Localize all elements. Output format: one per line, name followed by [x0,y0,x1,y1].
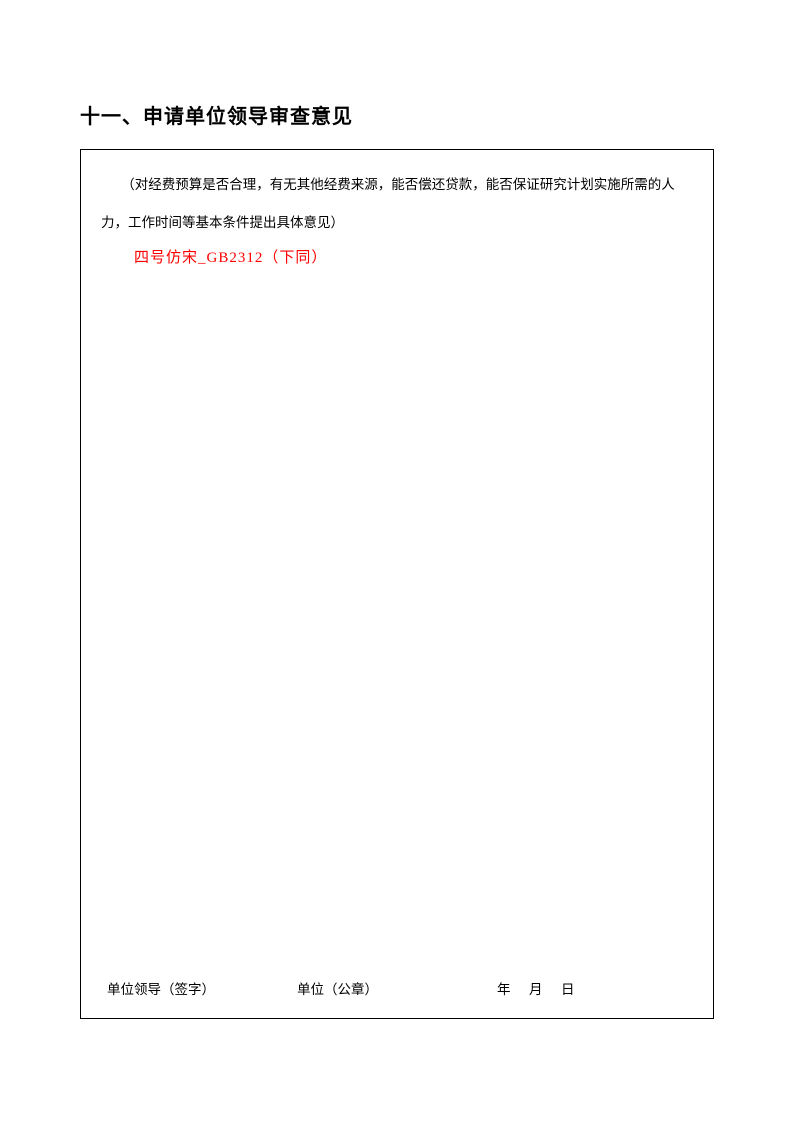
day-label: 日 [561,982,575,997]
signature-row: 单位领导（签字） 单位（公章） 年 月 日 [81,978,713,998]
year-label: 年 [497,982,511,997]
instruction-text: （对经费预算是否合理，有无其他经费来源，能否偿还贷款，能否保证研究计划实施所需的… [101,166,693,242]
month-label: 月 [529,982,543,997]
font-annotation: 四号仿宋_GB2312（下同） [134,246,693,267]
section-heading: 十一、申请单位领导审查意见 [80,100,714,129]
document-page: 十一、申请单位领导审查意见 （对经费预算是否合理，有无其他经费来源，能否偿还贷款… [0,0,794,1099]
signature-date-label: 年月日 [497,978,575,998]
signature-leader-label: 单位领导（签字） [107,978,297,998]
opinion-box: （对经费预算是否合理，有无其他经费来源，能否偿还贷款，能否保证研究计划实施所需的… [80,149,714,1019]
signature-unit-label: 单位（公章） [297,978,497,998]
